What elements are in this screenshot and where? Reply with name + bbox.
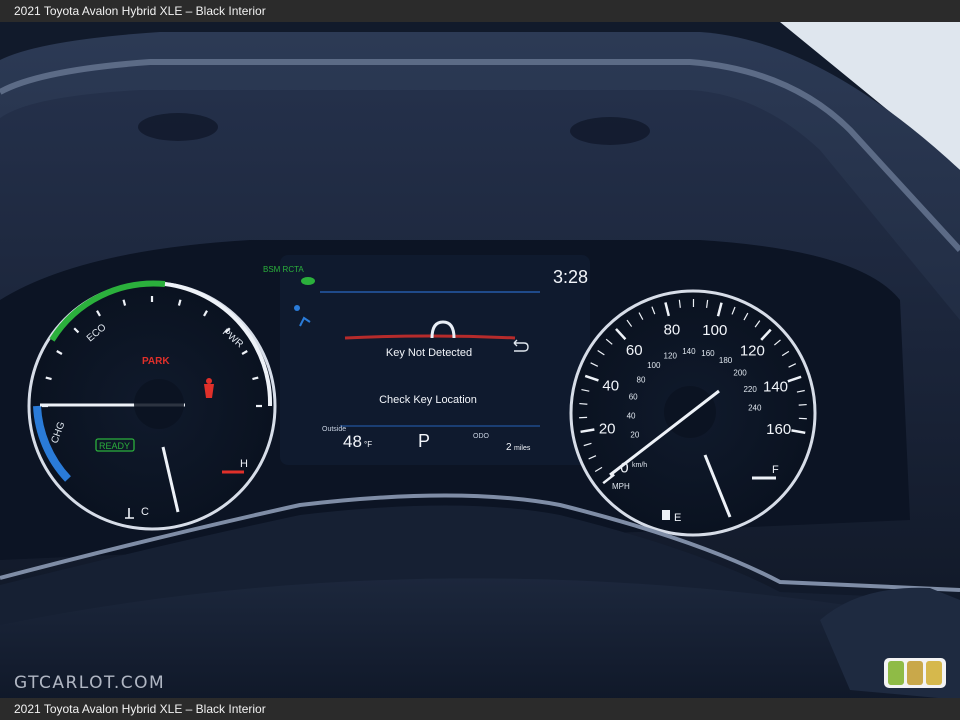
park-indicator: PARK	[142, 356, 170, 367]
mph-tick-label: 20	[599, 420, 616, 437]
caption-top: 2021 Toyota Avalon Hybrid XLE – Black In…	[0, 0, 960, 22]
outside-temp: 48	[343, 432, 362, 451]
mph-tick-label: 100	[702, 322, 727, 339]
fuel-pump-icon	[662, 510, 670, 520]
photo: BSM RCTA 3:28 Key Not Detected Check Key…	[0, 0, 960, 720]
power-tick	[122, 299, 127, 306]
kmh-tick-label: 120	[664, 351, 678, 360]
mph-tick-label: 60	[626, 342, 643, 359]
odo-unit: miles	[514, 445, 531, 452]
power-tick	[177, 299, 182, 306]
power-tick	[252, 376, 259, 381]
kmh-tick-label: 60	[629, 393, 638, 402]
mph-tick-label: 40	[602, 378, 619, 395]
kmh-tick-label: 160	[701, 349, 715, 358]
watermark: GTCARLOT.COM	[14, 673, 166, 693]
kmh-tick-label: 40	[627, 412, 636, 421]
mph-unit: MPH	[612, 482, 630, 491]
fuel-full-label: F	[772, 464, 779, 476]
message-title: Key Not Detected	[386, 347, 472, 359]
message-body: Check Key Location	[379, 394, 477, 406]
mph-tick-label: 120	[740, 342, 765, 359]
fuel-empty-label: E	[674, 512, 681, 524]
kmh-tick-label: 240	[748, 404, 762, 413]
speedometer: 020406080 100120140160 20406080100120 140 1…	[569, 289, 817, 537]
mph-tick-label: 160	[766, 421, 791, 438]
temp-hot-label: H	[240, 458, 248, 470]
kmh-tick-label: 80	[637, 375, 646, 384]
mph-tick-label: 80	[664, 322, 681, 339]
color-swatch-badge	[884, 658, 946, 688]
green-car-icon	[301, 277, 315, 285]
odo-value: 2	[506, 442, 512, 453]
kmh-unit: km/h	[632, 462, 647, 469]
temp-unit: °F	[364, 440, 372, 449]
indicator-text: BSM RCTA	[263, 265, 304, 274]
ready-indicator: READY	[99, 441, 130, 451]
dashboard-scene: BSM RCTA 3:28 Key Not Detected Check Key…	[0, 0, 960, 720]
gear-indicator: P	[418, 431, 430, 451]
temp-cold-label: C	[141, 506, 149, 518]
odo-label: ODO	[473, 433, 490, 440]
speed-tick	[798, 403, 807, 406]
kmh-tick-label: 180	[719, 356, 733, 365]
kmh-tick-label: 100	[647, 361, 661, 370]
speed-tick	[579, 402, 588, 405]
caption-bottom: 2021 Toyota Avalon Hybrid XLE – Black In…	[0, 698, 960, 720]
kmh-tick-label: 220	[743, 385, 757, 394]
mph-tick-label: 140	[763, 378, 788, 395]
hybrid-system-gauge: ECO PWR CHG PARK READY H C	[27, 280, 277, 531]
kmh-tick-label: 200	[733, 369, 747, 378]
info-screen	[280, 255, 590, 465]
clock: 3:28	[553, 267, 588, 287]
driver-assist-icon	[294, 305, 300, 311]
kmh-tick-label: 140	[682, 347, 696, 356]
kmh-tick-label: 20	[630, 430, 639, 439]
power-tick	[45, 376, 52, 381]
